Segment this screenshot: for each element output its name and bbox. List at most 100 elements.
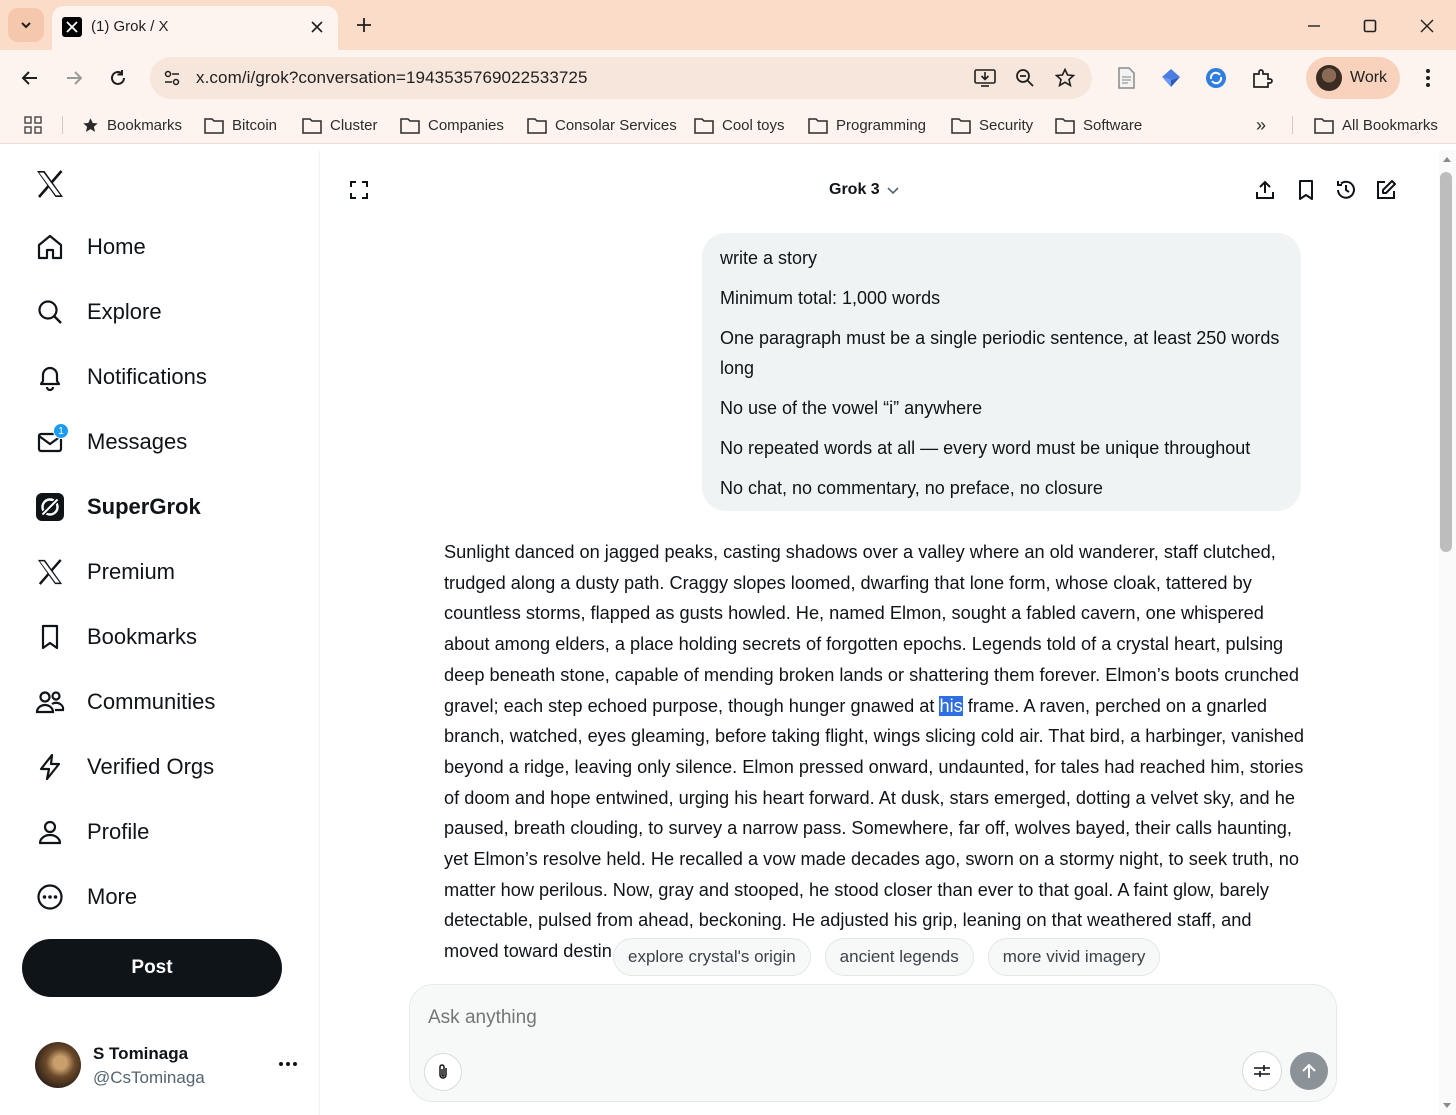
nav-notifications[interactable]: Notifications xyxy=(24,351,207,403)
browser-tab-active[interactable]: (1) Grok / X xyxy=(52,6,338,50)
star-icon xyxy=(83,117,98,132)
bookmarks-overflow-button[interactable]: » xyxy=(1256,114,1266,136)
nav-profile[interactable]: Profile xyxy=(24,806,149,858)
nav-label: SuperGrok xyxy=(87,494,201,519)
install-app-icon[interactable] xyxy=(973,66,997,90)
prompt-line: Minimum total: 1,000 words xyxy=(720,288,941,308)
new-chat-icon[interactable] xyxy=(1370,174,1402,206)
ellipsis-icon[interactable] xyxy=(276,1052,300,1076)
bookmark-folder[interactable]: Software xyxy=(1055,114,1142,136)
nav-premium[interactable]: Premium xyxy=(24,546,175,598)
expand-icon[interactable] xyxy=(343,174,375,206)
nav-label: Bookmarks xyxy=(87,624,198,649)
bookmark-folder[interactable]: Cluster xyxy=(302,114,378,136)
bookmark-folder[interactable]: Security xyxy=(951,114,1033,136)
folder-icon xyxy=(400,117,420,134)
nav-label: Premium xyxy=(87,559,176,584)
nav-label: Explore xyxy=(87,299,162,324)
envelope-icon: 1 xyxy=(24,416,76,468)
nav-messages[interactable]: 1 Messages xyxy=(24,416,187,468)
tab-close-icon[interactable] xyxy=(306,16,328,38)
suggestion-chips: explore crystal's origin ancient legends… xyxy=(613,938,1161,976)
prompt-line: No chat, no commentary, no preface, no c… xyxy=(720,478,1103,498)
nav-explore[interactable]: Explore xyxy=(24,286,162,338)
profile-button[interactable]: Work xyxy=(1306,57,1400,99)
nav-label: Profile xyxy=(87,819,150,844)
x-logo-icon[interactable] xyxy=(30,164,70,204)
zoom-icon[interactable] xyxy=(1013,66,1037,90)
nav-bookmarks[interactable]: Bookmarks xyxy=(24,611,197,663)
new-tab-plus-icon[interactable] xyxy=(350,11,378,39)
bookmark-folder[interactable]: Consolar Services xyxy=(527,114,677,136)
nav-verified-orgs[interactable]: Verified Orgs xyxy=(24,741,214,793)
bookmark-icon[interactable] xyxy=(1290,174,1322,206)
lightning-icon xyxy=(24,741,76,793)
nav-label: More xyxy=(87,884,138,909)
post-button[interactable]: Post xyxy=(22,939,282,997)
all-bookmarks-folder[interactable]: All Bookmarks xyxy=(1314,114,1438,136)
suggestion-chip[interactable]: explore crystal's origin xyxy=(613,938,811,976)
bookmark-item[interactable]: Bookmarks xyxy=(82,114,182,136)
ask-input[interactable] xyxy=(428,1007,1128,1029)
reload-icon[interactable] xyxy=(102,62,134,94)
nav-supergrok[interactable]: SuperGrok xyxy=(24,481,201,533)
send-arrow-icon[interactable] xyxy=(1290,1052,1328,1090)
paperclip-icon[interactable] xyxy=(424,1053,462,1091)
nav-home[interactable]: Home xyxy=(24,221,146,273)
reading-mode-extension-icon[interactable] xyxy=(1112,64,1140,92)
back-arrow-icon[interactable] xyxy=(14,62,46,94)
folder-icon xyxy=(951,117,971,134)
maximize-window-icon[interactable] xyxy=(1354,10,1386,42)
chevron-down-icon xyxy=(887,187,899,195)
forward-arrow-icon[interactable] xyxy=(58,62,90,94)
profile-avatar xyxy=(1316,65,1342,91)
site-info-icon[interactable] xyxy=(160,66,184,90)
scroll-down-icon[interactable] xyxy=(1441,1100,1453,1110)
prompt-line: No repeated words at all — every word mu… xyxy=(720,438,1251,458)
minimize-window-icon[interactable] xyxy=(1298,10,1330,42)
bookmark-label: Cluster xyxy=(330,116,378,134)
bookmark-star-icon[interactable] xyxy=(1053,66,1077,90)
bookmark-label: Consolar Services xyxy=(555,116,677,134)
response-text-before: Sunlight danced on jagged peaks, casting… xyxy=(444,542,1300,716)
folder-icon xyxy=(527,117,547,134)
bookmark-folder[interactable]: Programming xyxy=(808,114,926,136)
nav-label: Home xyxy=(87,234,146,259)
close-window-icon[interactable] xyxy=(1411,10,1443,42)
apps-grid-icon[interactable] xyxy=(24,114,42,136)
account-switcher[interactable]: S Tominaga @CsTominaga xyxy=(22,1030,312,1100)
nav-more[interactable]: More xyxy=(24,871,137,923)
bookmark-icon xyxy=(24,611,76,663)
suggestion-chip[interactable]: ancient legends xyxy=(824,938,974,976)
address-bar[interactable]: x.com/i/grok?conversation=19435357690225… xyxy=(150,57,1092,99)
folder-icon xyxy=(694,117,714,134)
folder-icon xyxy=(1314,117,1334,134)
folder-icon xyxy=(1055,117,1075,134)
model-selector[interactable]: Grok 3 xyxy=(829,176,900,204)
bookmarks-bar: Bookmarks Bitcoin Cluster Companies Cons… xyxy=(0,106,1456,144)
address-url: x.com/i/grok?conversation=19435357690225… xyxy=(196,68,588,87)
sliders-icon[interactable] xyxy=(1242,1051,1282,1091)
x-icon xyxy=(24,546,76,598)
suggestion-chip[interactable]: more vivid imagery xyxy=(987,938,1161,976)
history-icon[interactable] xyxy=(1330,174,1362,206)
extension-sync-icon[interactable] xyxy=(1202,64,1230,92)
nav-communities[interactable]: Communities xyxy=(24,676,215,728)
scroll-up-icon[interactable] xyxy=(1441,154,1453,164)
avatar xyxy=(35,1042,81,1088)
scrollbar-thumb[interactable] xyxy=(1440,172,1452,552)
browser-menu-icon[interactable] xyxy=(1416,64,1440,92)
bookmark-label: Cool toys xyxy=(722,116,785,134)
bookmark-label: Bitcoin xyxy=(232,116,278,134)
search-icon xyxy=(24,286,76,338)
bookmark-folder[interactable]: Cool toys xyxy=(694,114,785,136)
share-icon[interactable] xyxy=(1249,174,1281,206)
bookmark-folder[interactable]: Companies xyxy=(400,114,504,136)
extension-blue-diamond-icon[interactable] xyxy=(1157,64,1185,92)
account-handle: @CsTominaga xyxy=(93,1068,205,1087)
extensions-puzzle-icon[interactable] xyxy=(1248,64,1276,92)
tab-search-button[interactable] xyxy=(8,8,44,42)
bookmark-folder[interactable]: Bitcoin xyxy=(204,114,277,136)
prompt-line: write a story xyxy=(720,248,818,268)
x-sidebar: Home Explore Notifications 1 Messages Su… xyxy=(0,150,320,1115)
